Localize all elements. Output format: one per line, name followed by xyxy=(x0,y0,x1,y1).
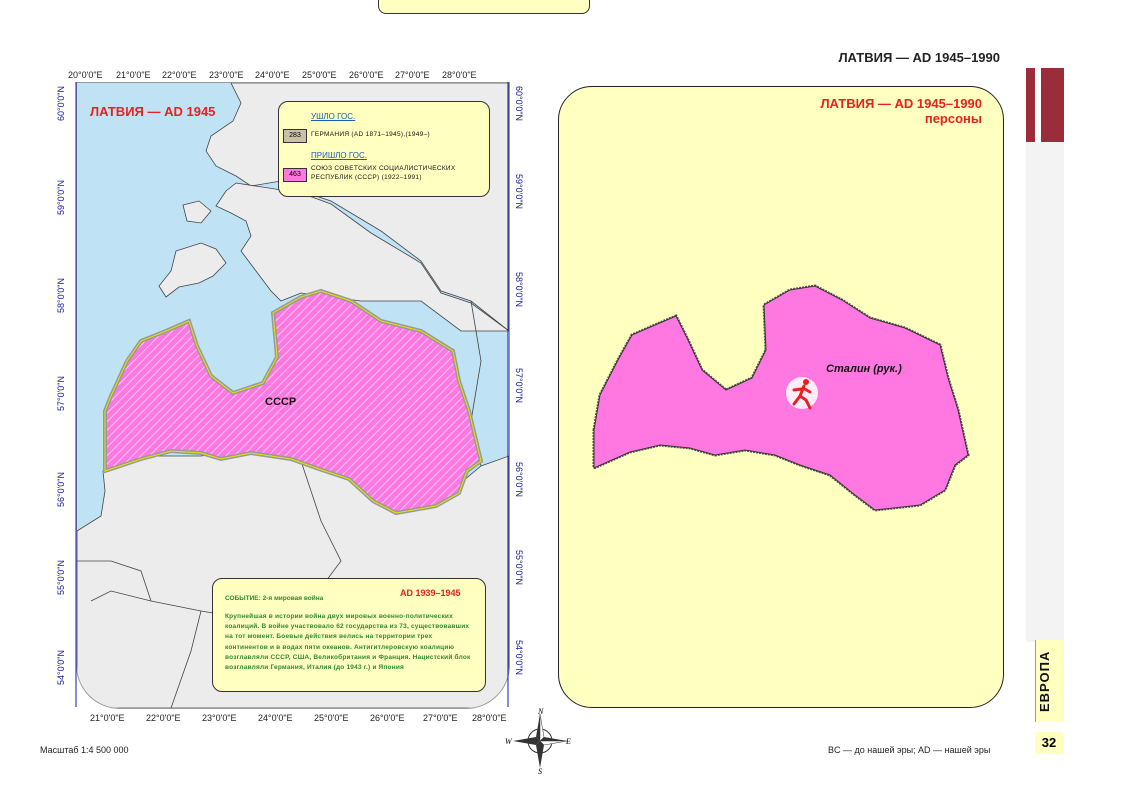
page-number: 32 xyxy=(1035,732,1063,754)
era-legend-note: BC — до нашей эры; AD — нашей эры xyxy=(828,745,991,755)
person-label: Сталин (рук.) xyxy=(826,363,902,375)
compass-n: N xyxy=(537,707,544,716)
latvia-region-right xyxy=(593,285,969,511)
compass-rose-icon: N E S W xyxy=(505,707,571,776)
map-scale: Масштаб 1:4 500 000 xyxy=(40,745,129,755)
compass-w: W xyxy=(505,737,513,746)
compass-s: S xyxy=(538,767,542,776)
compass-e: E xyxy=(565,737,571,746)
section-tab-europe[interactable]: ЕВРОПА xyxy=(1037,640,1061,722)
right-map-svg xyxy=(592,284,970,512)
running-person-icon[interactable] xyxy=(786,377,818,410)
